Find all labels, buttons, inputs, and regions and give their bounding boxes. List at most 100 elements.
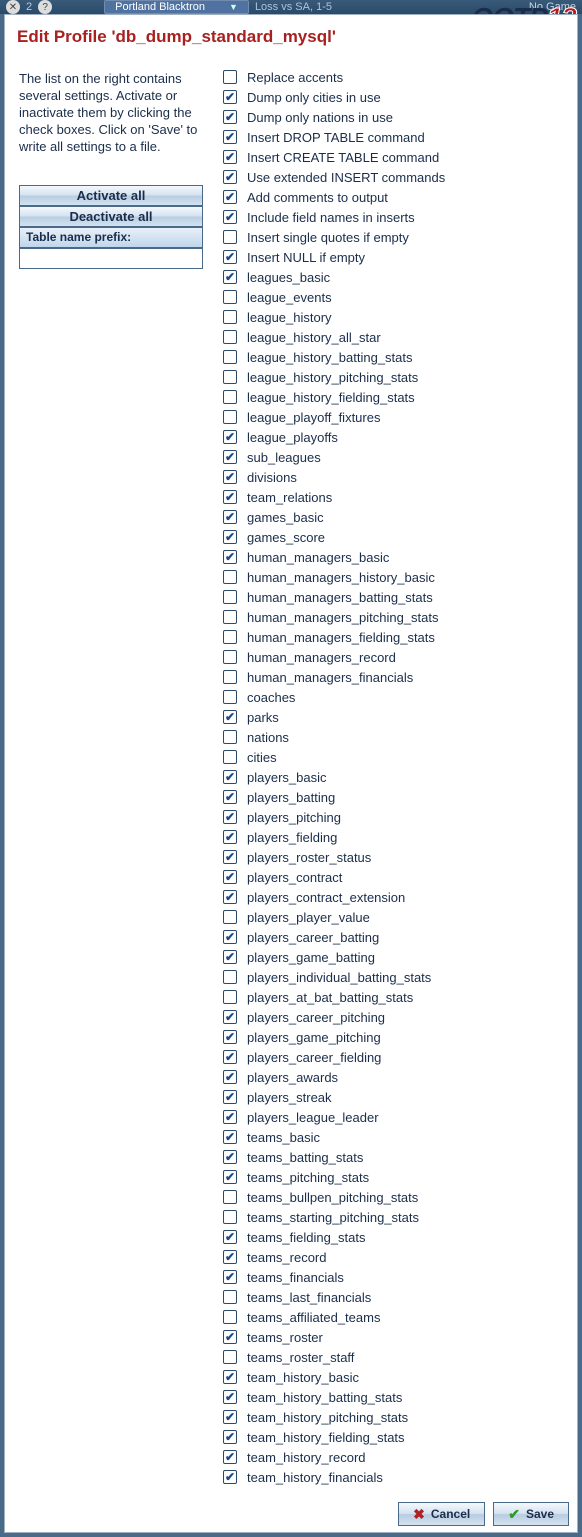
setting-label: players_career_batting [247, 930, 379, 945]
setting-row: team_history_batting_stats [223, 1387, 563, 1407]
setting-row: nations [223, 727, 563, 747]
setting-checkbox[interactable] [223, 1290, 237, 1304]
setting-checkbox[interactable] [223, 1210, 237, 1224]
setting-checkbox[interactable] [223, 1030, 237, 1044]
prefix-input[interactable] [19, 248, 203, 269]
setting-checkbox[interactable] [223, 690, 237, 704]
setting-checkbox[interactable] [223, 810, 237, 824]
setting-checkbox[interactable] [223, 310, 237, 324]
setting-checkbox[interactable] [223, 1330, 237, 1344]
setting-checkbox[interactable] [223, 770, 237, 784]
setting-checkbox[interactable] [223, 230, 237, 244]
setting-checkbox[interactable] [223, 1350, 237, 1364]
setting-checkbox[interactable] [223, 1110, 237, 1124]
setting-checkbox[interactable] [223, 750, 237, 764]
setting-checkbox[interactable] [223, 490, 237, 504]
setting-row: team_history_fielding_stats [223, 1427, 563, 1447]
setting-checkbox[interactable] [223, 650, 237, 664]
team-dropdown[interactable]: Portland Blacktron ▼ [104, 0, 249, 14]
setting-checkbox[interactable] [223, 970, 237, 984]
setting-label: team_history_fielding_stats [247, 1430, 405, 1445]
setting-row: players_at_bat_batting_stats [223, 987, 563, 1007]
setting-checkbox[interactable] [223, 850, 237, 864]
setting-checkbox[interactable] [223, 790, 237, 804]
setting-checkbox[interactable] [223, 170, 237, 184]
setting-checkbox[interactable] [223, 1130, 237, 1144]
setting-row: players_game_pitching [223, 1027, 563, 1047]
setting-label: team_history_financials [247, 1470, 383, 1485]
setting-checkbox[interactable] [223, 710, 237, 724]
setting-checkbox[interactable] [223, 1150, 237, 1164]
close-icon[interactable]: ✕ [6, 0, 20, 14]
setting-checkbox[interactable] [223, 1050, 237, 1064]
setting-checkbox[interactable] [223, 210, 237, 224]
setting-checkbox[interactable] [223, 190, 237, 204]
setting-checkbox[interactable] [223, 130, 237, 144]
save-button[interactable]: ✔ Save [493, 1502, 569, 1526]
setting-checkbox[interactable] [223, 670, 237, 684]
deactivate-all-button[interactable]: Deactivate all [19, 206, 203, 227]
setting-checkbox[interactable] [223, 150, 237, 164]
setting-checkbox[interactable] [223, 1450, 237, 1464]
setting-checkbox[interactable] [223, 1370, 237, 1384]
setting-checkbox[interactable] [223, 550, 237, 564]
setting-checkbox[interactable] [223, 250, 237, 264]
setting-checkbox[interactable] [223, 930, 237, 944]
setting-checkbox[interactable] [223, 870, 237, 884]
setting-checkbox[interactable] [223, 270, 237, 284]
setting-row: league_history_fielding_stats [223, 387, 563, 407]
setting-checkbox[interactable] [223, 1170, 237, 1184]
activate-all-button[interactable]: Activate all [19, 185, 203, 206]
setting-checkbox[interactable] [223, 1390, 237, 1404]
setting-checkbox[interactable] [223, 1250, 237, 1264]
setting-checkbox[interactable] [223, 990, 237, 1004]
setting-row: coaches [223, 687, 563, 707]
setting-checkbox[interactable] [223, 1190, 237, 1204]
setting-checkbox[interactable] [223, 730, 237, 744]
setting-checkbox[interactable] [223, 330, 237, 344]
setting-row: players_contract [223, 867, 563, 887]
setting-checkbox[interactable] [223, 610, 237, 624]
cancel-button[interactable]: ✖ Cancel [398, 1502, 485, 1526]
setting-checkbox[interactable] [223, 470, 237, 484]
setting-label: teams_record [247, 1250, 326, 1265]
setting-checkbox[interactable] [223, 910, 237, 924]
setting-checkbox[interactable] [223, 1410, 237, 1424]
settings-scroll[interactable]: Replace accentsDump only cities in useDu… [223, 67, 569, 1490]
setting-checkbox[interactable] [223, 110, 237, 124]
setting-checkbox[interactable] [223, 1070, 237, 1084]
setting-checkbox[interactable] [223, 1010, 237, 1024]
setting-checkbox[interactable] [223, 890, 237, 904]
setting-label: players_pitching [247, 810, 341, 825]
setting-checkbox[interactable] [223, 510, 237, 524]
setting-checkbox[interactable] [223, 1230, 237, 1244]
setting-row: players_basic [223, 767, 563, 787]
setting-checkbox[interactable] [223, 450, 237, 464]
setting-checkbox[interactable] [223, 630, 237, 644]
setting-checkbox[interactable] [223, 830, 237, 844]
setting-checkbox[interactable] [223, 570, 237, 584]
setting-checkbox[interactable] [223, 350, 237, 364]
help-icon[interactable]: ? [38, 0, 52, 14]
setting-checkbox[interactable] [223, 390, 237, 404]
setting-checkbox[interactable] [223, 1430, 237, 1444]
setting-checkbox[interactable] [223, 410, 237, 424]
setting-label: teams_affiliated_teams [247, 1310, 380, 1325]
setting-row: games_basic [223, 507, 563, 527]
setting-checkbox[interactable] [223, 590, 237, 604]
setting-label: parks [247, 710, 279, 725]
setting-checkbox[interactable] [223, 1470, 237, 1484]
setting-row: human_managers_record [223, 647, 563, 667]
setting-label: Dump only nations in use [247, 110, 393, 125]
setting-checkbox[interactable] [223, 530, 237, 544]
setting-checkbox[interactable] [223, 1090, 237, 1104]
setting-checkbox[interactable] [223, 950, 237, 964]
setting-checkbox[interactable] [223, 1270, 237, 1284]
setting-checkbox[interactable] [223, 1310, 237, 1324]
setting-label: Include field names in inserts [247, 210, 415, 225]
setting-checkbox[interactable] [223, 430, 237, 444]
setting-checkbox[interactable] [223, 70, 237, 84]
setting-checkbox[interactable] [223, 370, 237, 384]
setting-checkbox[interactable] [223, 290, 237, 304]
setting-checkbox[interactable] [223, 90, 237, 104]
